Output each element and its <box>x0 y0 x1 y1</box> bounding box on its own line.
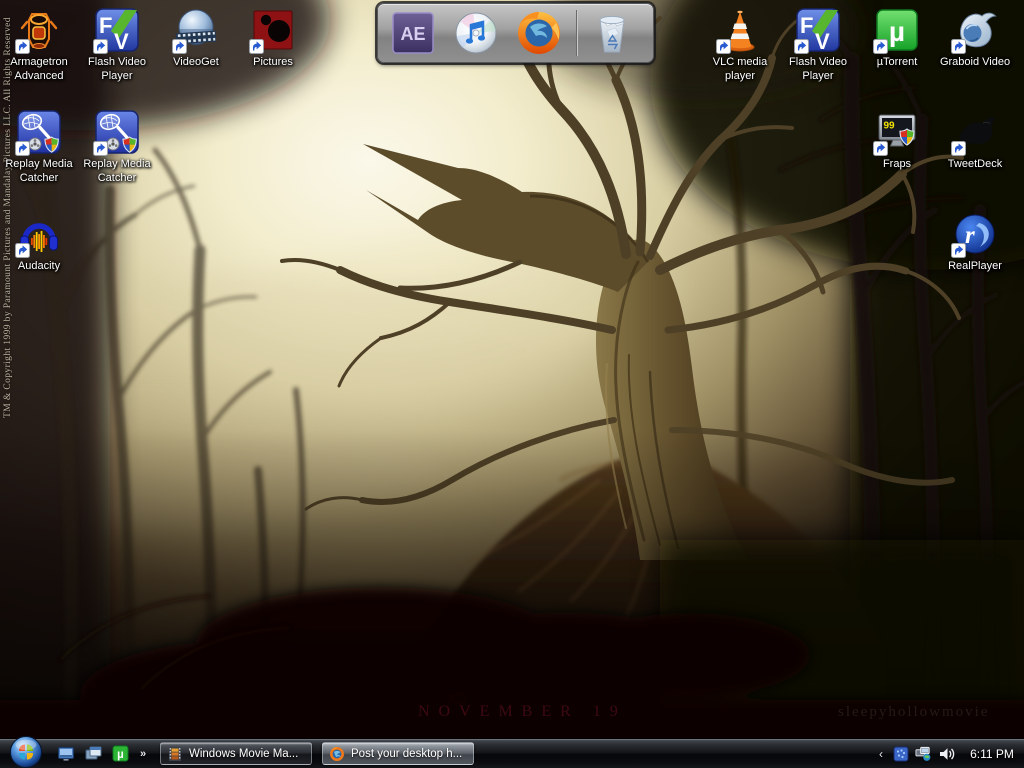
shortcut-arrow-icon <box>172 39 187 54</box>
quick-launch-overflow-chevron[interactable]: » <box>140 739 146 768</box>
taskbar-button-title: Windows Movie Ma... <box>189 747 299 760</box>
desktop-icon-graboid[interactable]: Graboid Video <box>936 6 1014 70</box>
icon-label: TweetDeck <box>947 158 1003 170</box>
shortcut-arrow-icon <box>15 243 30 258</box>
shortcut-arrow-icon <box>716 39 731 54</box>
shortcut-arrow-icon <box>873 141 888 156</box>
shortcut-arrow-icon <box>249 39 264 54</box>
icon-label: µTorrent <box>876 56 918 68</box>
desktop-icon-flash-video-player[interactable]: F V Flash Video Player <box>78 6 156 83</box>
svg-text:F: F <box>99 13 112 38</box>
itunes-icon <box>455 12 497 54</box>
icon-label: VideoGet <box>173 56 219 68</box>
desktop-icon-tweetdeck[interactable]: TweetDeck <box>936 108 1014 172</box>
dock-item-itunes[interactable] <box>452 9 500 57</box>
svg-text:F: F <box>800 13 813 38</box>
shortcut-arrow-icon <box>951 243 966 258</box>
desktop-icon-audacity[interactable]: Audacity <box>0 210 78 274</box>
wallpaper-website-text: sleepyhollowmovie <box>838 704 989 720</box>
shortcut-arrow-icon <box>15 141 30 156</box>
desktop-icon-pictures[interactable]: Pictures <box>234 6 312 70</box>
system-tray: ‹ 6:11 PM <box>879 739 1018 768</box>
icon-label: Graboid Video <box>939 56 1011 68</box>
show-desktop-icon[interactable] <box>56 744 76 764</box>
wallpaper-release-text: NOVEMBER 19 <box>418 703 627 720</box>
shortcut-arrow-icon <box>951 39 966 54</box>
shortcut-arrow-icon <box>93 141 108 156</box>
after-effects-icon: AE <box>392 12 434 54</box>
taskbar: µ » Windows Movie Ma... Post your deskto… <box>0 735 1024 768</box>
tray-network-icon[interactable] <box>915 745 932 762</box>
icon-label: Armagetron Advanced <box>10 56 68 82</box>
shortcut-arrow-icon <box>873 39 888 54</box>
desktop-icon-realplayer[interactable]: r RealPlayer <box>936 210 1014 274</box>
desktop: NOVEMBER 19 sleepyhollowmovie TM & Copyr… <box>0 0 1024 768</box>
recycle-bin-icon <box>599 15 625 53</box>
desktop-icon-vlc[interactable]: VLC media player <box>701 6 779 83</box>
svg-text:V: V <box>114 29 129 53</box>
icon-label: RealPlayer <box>948 260 1002 272</box>
movie-maker-icon <box>169 746 181 761</box>
switch-windows-icon[interactable] <box>83 744 103 764</box>
icon-label: Pictures <box>253 56 293 68</box>
icon-label: Audacity <box>17 260 61 272</box>
taskbar-button-movie-maker[interactable]: Windows Movie Ma... <box>160 742 312 765</box>
utorrent-quicklaunch-icon[interactable]: µ <box>110 744 130 764</box>
shortcut-arrow-icon <box>15 39 30 54</box>
dock-item-firefox[interactable] <box>515 9 563 57</box>
desktop-icon-armagetron[interactable]: Armagetron Advanced <box>0 6 78 83</box>
svg-text:AE: AE <box>400 24 425 44</box>
tray-media-app-icon[interactable] <box>892 745 909 762</box>
dock: AE <box>377 3 654 63</box>
desktop-icon-flash-video-player-2[interactable]: F V Flash Video Player <box>779 6 857 83</box>
dock-item-recycle-bin[interactable] <box>588 9 636 57</box>
desktop-icon-videoget[interactable]: VideoGet <box>157 6 235 70</box>
svg-text:99: 99 <box>884 121 896 132</box>
svg-text:r: r <box>965 222 975 249</box>
icon-label: Flash Video Player <box>88 56 146 82</box>
desktop-icon-replay-media-catcher-2[interactable]: Replay Media Catcher <box>78 108 156 185</box>
quick-launch-bar: µ <box>56 739 130 768</box>
icon-label: Replay Media Catcher <box>5 158 73 184</box>
start-button[interactable] <box>9 735 43 768</box>
desktop-icon-utorrent[interactable]: µ µTorrent <box>858 6 936 70</box>
shortcut-arrow-icon <box>93 39 108 54</box>
desktop-icon-fraps[interactable]: 99 Fraps <box>858 108 936 172</box>
shortcut-arrow-icon <box>794 39 809 54</box>
icon-label: VLC media player <box>712 56 768 82</box>
icon-label: Flash Video Player <box>789 56 847 82</box>
dock-divider <box>576 10 577 56</box>
dock-item-after-effects[interactable]: AE <box>389 9 437 57</box>
tray-collapse-chevron[interactable]: ‹ <box>879 747 883 761</box>
desktop-icon-replay-media-catcher-1[interactable]: Replay Media Catcher <box>0 108 78 185</box>
svg-text:µ: µ <box>889 16 905 47</box>
svg-text:µ: µ <box>117 749 124 761</box>
icon-label: Replay Media Catcher <box>83 158 151 184</box>
taskbar-button-title: Post your desktop h... <box>351 747 463 760</box>
taskbar-button-firefox[interactable]: Post your desktop h... <box>322 742 474 765</box>
icon-label: Fraps <box>882 158 912 170</box>
tray-volume-icon[interactable] <box>938 745 955 762</box>
taskbar-clock[interactable]: 6:11 PM <box>966 747 1018 761</box>
shortcut-arrow-icon <box>951 141 966 156</box>
svg-text:V: V <box>815 29 830 53</box>
firefox-small-icon <box>330 746 345 761</box>
firefox-icon <box>518 12 561 55</box>
